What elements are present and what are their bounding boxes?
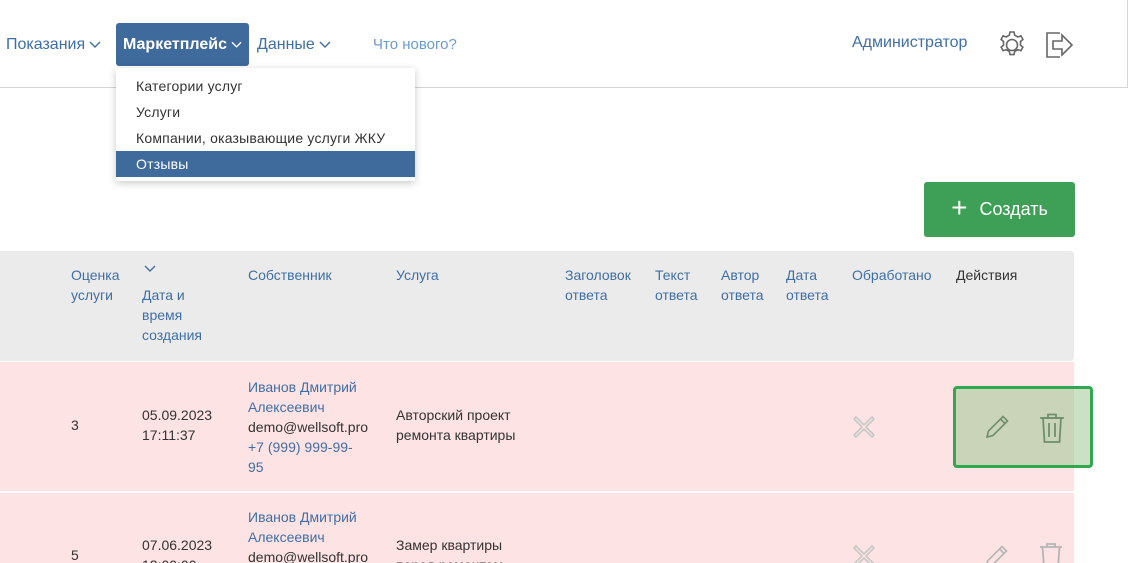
service-text: ремонта квартиры bbox=[396, 427, 516, 443]
cell-rating: 3 bbox=[71, 417, 79, 433]
cell-date: 07.06.2023 bbox=[142, 537, 213, 553]
cell-owner: Иванов Дмитрий Алексеевич demo@wellsoft.… bbox=[248, 377, 368, 477]
header-text: Дата bbox=[786, 267, 818, 283]
edit-pencil-icon[interactable] bbox=[982, 543, 1010, 563]
sort-descending-icon[interactable] bbox=[144, 265, 156, 273]
column-header-actions: Действия bbox=[956, 267, 1018, 283]
table-row: 5 07.06.2023 12:00:00 Иванов Дмитрий Але… bbox=[0, 493, 1074, 563]
cell-created: 05.09.2023 17:11:37 bbox=[142, 405, 212, 445]
settings-button[interactable] bbox=[995, 28, 1029, 62]
not-processed-cross-icon bbox=[853, 416, 875, 438]
header-text: ответа bbox=[565, 287, 608, 303]
cell-owner: Иванов Дмитрий Алексеевич demo@wellsoft.… bbox=[248, 507, 368, 563]
menu-item-companies[interactable]: Компании, оказывающие услуги ЖКУ bbox=[116, 125, 415, 151]
trash-icon[interactable] bbox=[1037, 411, 1067, 445]
header-text: время bbox=[142, 307, 183, 323]
row-actions-highlight bbox=[953, 386, 1093, 468]
header-text: Текст bbox=[655, 267, 691, 283]
owner-name-link[interactable]: Алексеевич bbox=[248, 527, 368, 547]
header-text: ответа bbox=[721, 287, 764, 303]
cell-created: 07.06.2023 12:00:00 bbox=[142, 535, 212, 563]
nav-menu-label: Показания bbox=[6, 35, 86, 53]
header-text: Дата и bbox=[142, 287, 185, 303]
column-header-service[interactable]: Услуга bbox=[396, 265, 439, 285]
cell-time: 17:11:37 bbox=[142, 427, 196, 443]
cell-time: 12:00:00 bbox=[142, 555, 212, 563]
column-header-reply-text[interactable]: Текст ответа bbox=[655, 265, 698, 305]
column-header-rating[interactable]: Оценка услуги bbox=[71, 265, 120, 305]
cell-date: 05.09.2023 bbox=[142, 407, 213, 423]
nav-menu-label: Данные bbox=[257, 35, 315, 53]
chevron-down-icon bbox=[89, 41, 101, 48]
menu-item-reviews[interactable]: Отзывы bbox=[116, 151, 415, 177]
marketplace-dropdown-menu: Категории услуг Услуги Компании, оказыва… bbox=[116, 68, 415, 181]
create-button-label: Создать bbox=[979, 199, 1048, 219]
header-text: Автор bbox=[721, 267, 760, 283]
column-header-reply-date[interactable]: Дата ответа bbox=[786, 265, 829, 305]
table-row: 3 05.09.2023 17:11:37 Иванов Дмитрий Але… bbox=[0, 362, 1074, 491]
logout-button[interactable] bbox=[1042, 28, 1076, 62]
nav-menu-marketplace[interactable]: Маркетплейс bbox=[116, 23, 249, 66]
menu-item-services[interactable]: Услуги bbox=[116, 99, 415, 125]
cell-service: Авторский проект ремонта квартиры bbox=[396, 405, 515, 445]
create-button[interactable]: + Создать bbox=[924, 182, 1075, 237]
service-text: Замер квартиры bbox=[396, 537, 503, 553]
owner-name-link[interactable]: Алексеевич bbox=[248, 397, 368, 417]
nav-menu-dannye[interactable]: Данные bbox=[257, 23, 331, 66]
trash-icon[interactable] bbox=[1036, 540, 1066, 563]
owner-email: demo@wellsoft.pro bbox=[248, 419, 369, 435]
logout-icon bbox=[1046, 32, 1074, 58]
column-header-reply-title[interactable]: Заголовок ответа bbox=[565, 265, 631, 305]
chevron-down-icon bbox=[319, 41, 331, 48]
nav-menu-pokazaniya[interactable]: Показания bbox=[6, 23, 101, 66]
owner-name-link[interactable]: Иванов Дмитрий bbox=[248, 507, 368, 527]
user-menu[interactable]: Администратор bbox=[852, 34, 967, 52]
header-text: создания bbox=[142, 327, 202, 343]
table-header: Оценка услуги Дата и время создания Собс… bbox=[0, 251, 1074, 361]
menu-item-service-categories[interactable]: Категории услуг bbox=[116, 73, 415, 99]
owner-name-link[interactable]: Иванов Дмитрий bbox=[248, 377, 368, 397]
whats-new-link[interactable]: Что нового? bbox=[373, 23, 457, 66]
column-header-processed[interactable]: Обработано bbox=[852, 265, 932, 285]
not-processed-cross-icon bbox=[853, 545, 875, 563]
header-text: Оценка bbox=[71, 267, 120, 283]
column-header-owner[interactable]: Собственник bbox=[248, 265, 332, 285]
service-text: Авторский проект bbox=[396, 407, 511, 423]
gear-icon bbox=[1000, 31, 1024, 56]
header-text: Заголовок bbox=[565, 267, 631, 283]
column-header-reply-author[interactable]: Автор ответа bbox=[721, 265, 764, 305]
chevron-down-icon bbox=[231, 41, 242, 48]
header-text: ответа bbox=[786, 287, 829, 303]
owner-email: demo@wellsoft.pro bbox=[248, 549, 369, 563]
nav-menu-label: Маркетплейс bbox=[123, 35, 227, 53]
cell-service: Замер квартиры перед ремонтом bbox=[396, 535, 503, 563]
header-text: ответа bbox=[655, 287, 698, 303]
owner-phone-link[interactable]: 95 bbox=[248, 457, 368, 477]
owner-phone-link[interactable]: +7 (999) 999-99- bbox=[248, 437, 368, 457]
cell-rating: 5 bbox=[71, 547, 79, 563]
edit-pencil-icon[interactable] bbox=[983, 413, 1011, 441]
header-text: услуги bbox=[71, 287, 113, 303]
plus-icon: + bbox=[951, 192, 968, 223]
service-text: перед ремонтом bbox=[396, 555, 503, 563]
column-header-created[interactable]: Дата и время создания bbox=[142, 285, 202, 345]
